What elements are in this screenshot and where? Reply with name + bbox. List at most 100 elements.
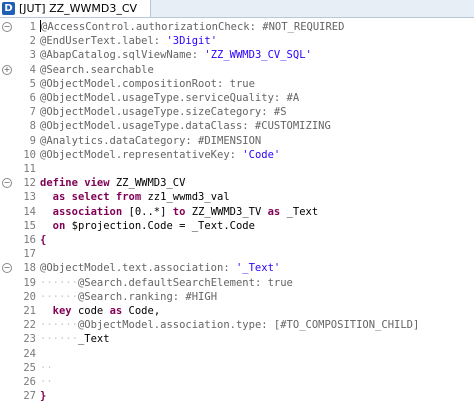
line-number: 8 [29,120,36,133]
code-line[interactable]: 5 @ObjectModel.compositionRoot: true [0,77,474,91]
line-gutter: 16 [0,233,36,247]
code-text: ·· [40,361,53,375]
editor-tab[interactable]: D [JUT] ZZ_WWMD3_CV [0,0,151,17]
line-gutter: 24 [0,347,36,361]
line-number: 21 [23,305,36,317]
line-gutter: 2 [0,34,36,48]
code-text: @ObjectModel.usageType.dataClass: #CUSTO… [40,119,331,133]
code-line[interactable]: 4 + @Search.searchable [0,63,474,77]
code-line[interactable]: 20 ······@Search.ranking: #HIGH [0,290,474,304]
code-line[interactable]: 22 ······@ObjectModel.association.type: [… [0,318,474,332]
code-line[interactable]: 26 ·· [0,375,474,389]
code-token: ·· [40,376,53,388]
code-line[interactable]: 2 @EndUserText.label: '3Digit' [0,34,474,48]
code-line[interactable]: 12− define view ZZ_WWMD3_CV [0,176,474,190]
line-gutter: 1− [0,20,36,34]
line-number: 13 [23,191,36,204]
code-line[interactable]: 14 association [0..*] to ZZ_WWMD3_TV as … [0,205,474,219]
code-line[interactable]: 23 ······_Text [0,332,474,346]
line-number: 27 [23,390,36,403]
line-number: 24 [23,347,36,360]
code-token: key [52,305,78,317]
code-token: association [52,205,129,218]
code-line[interactable]: 18− @ObjectModel.text.association: '_Text… [0,261,474,275]
code-line[interactable]: 16 { [0,233,474,247]
line-number: 20 [23,290,36,303]
code-text: ······@Search.ranking: #HIGH [40,290,217,304]
code-editor[interactable]: 1− @AccessControl.authorizationCheck: #NO… [0,18,474,415]
editor-tab-bar: D [JUT] ZZ_WWMD3_CV [0,0,474,18]
code-token: @EndUserText.label: [40,35,167,48]
code-line[interactable]: 3 @AbapCatalog.sqlViewName: 'ZZ_WWMD3_CV_… [0,48,474,62]
line-gutter: 9 [0,134,36,148]
line-number: 9 [29,134,36,147]
code-text: @AbapCatalog.sqlViewName: 'ZZ_WWMD3_CV_S… [40,48,312,62]
code-token: @ObjectModel.usageType.serviceQuality: #… [40,92,300,104]
code-line[interactable]: 17 [0,247,474,261]
line-number: 5 [29,77,36,90]
code-token: @ObjectModel.representativeKey: [40,148,243,161]
code-token: @ObjectModel.usageType.sizeCategory: #S [40,106,287,119]
code-text: association [0..*] to ZZ_WWMD3_TV as _Te… [40,205,319,219]
code-line[interactable]: 21 key code as Code, [0,304,474,318]
line-number: 25 [23,361,36,374]
line-gutter: 25 [0,361,36,375]
code-line[interactable]: 25 ·· [0,361,474,375]
code-token: { [40,234,47,246]
line-number: 11 [23,163,36,175]
code-line[interactable]: 27} [0,389,474,403]
code-token: ······ [40,333,78,346]
code-text: { [40,233,46,247]
code-line[interactable]: 8 @ObjectModel.usageType.dataClass: #CUST… [0,119,474,133]
code-text: as select from zz1_wwmd3_val [40,190,230,204]
code-text: define view ZZ_WWMD3_CV [40,176,185,190]
code-token: [0..*] [128,205,173,218]
code-text: ······@ObjectModel.association.type: [#T… [40,318,419,332]
code-token: Code, [128,305,161,317]
expand-fold-icon[interactable]: + [2,64,12,75]
code-text: @ObjectModel.usageType.serviceQuality: #… [40,91,299,105]
code-text: @Search.searchable [40,63,154,77]
line-gutter: 11 [0,162,36,176]
line-gutter: 21 [0,304,36,318]
code-line[interactable]: 6 @ObjectModel.usageType.serviceQuality: … [0,91,474,105]
line-gutter: 27 [0,389,36,403]
code-token: @ObjectModel.compositionRoot: true [40,77,255,90]
code-text: ·· [40,375,53,389]
ddl-source-icon: D [2,2,15,15]
line-gutter: 4 + [0,63,36,77]
tab-title: [JUT] ZZ_WWMD3_CV [19,2,138,15]
code-line[interactable]: 1− @AccessControl.authorizationCheck: #NO… [0,20,474,34]
code-line[interactable]: 10 @ObjectModel.representativeKey: 'Code' [0,148,474,162]
code-line[interactable]: 7 @ObjectModel.usageType.sizeCategory: #S [0,105,474,119]
line-gutter: 8 [0,119,36,133]
line-number: 3 [29,49,36,62]
code-text: @EndUserText.label: '3Digit' [40,34,217,48]
code-token: #NOT_REQUIRED [262,21,345,33]
code-line[interactable]: 13 as select from zz1_wwmd3_val [0,190,474,204]
code-token: $projection.Code = _Text.Code [71,219,255,232]
line-gutter: 17 [0,247,36,261]
code-token: @AbapCatalog.sqlViewName: [40,49,205,62]
code-token: 'Code' [242,148,281,161]
code-line[interactable]: 11 [0,162,474,176]
code-text: @AccessControl.authorizationCheck: #NOT_… [40,20,344,34]
line-gutter: 13 [0,190,36,204]
code-line[interactable]: 15 on $projection.Code = _Text.Code [0,219,474,233]
line-number: 22 [23,319,36,332]
line-number: 14 [23,205,36,218]
code-line[interactable]: 9 @Analytics.dataCategory: #DIMENSION [0,134,474,148]
line-gutter: 22 [0,318,36,332]
line-gutter: 14 [0,205,36,219]
code-token: as [267,205,287,218]
code-token: ······ [40,290,78,303]
code-line[interactable]: 19 ······@Search.defaultSearchElement: tr… [0,276,474,290]
line-number: 17 [23,248,36,261]
code-line[interactable]: 24 [0,347,474,361]
code-token: define view [40,177,116,190]
code-token: ······ [40,276,78,289]
code-text: ······_Text [40,332,110,346]
collapse-fold-icon[interactable]: − [2,22,12,32]
line-number: 16 [23,234,36,246]
